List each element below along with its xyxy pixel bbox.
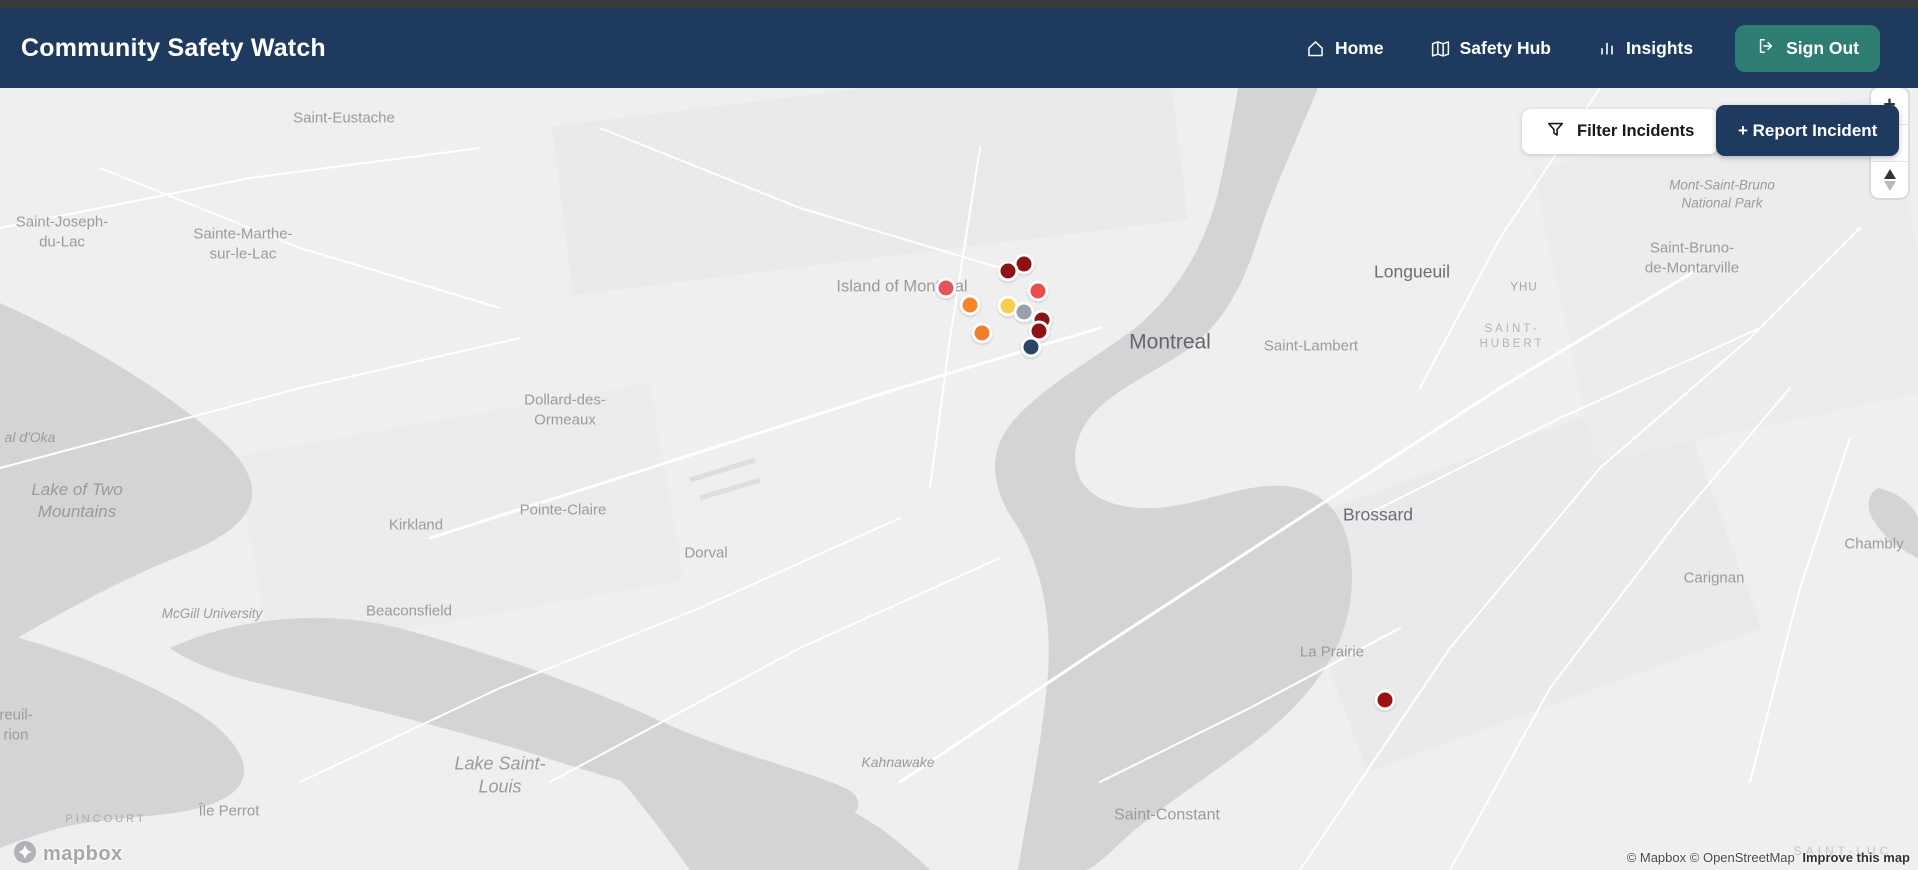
report-incident-button[interactable]: + Report Incident <box>1716 105 1900 156</box>
incident-marker[interactable] <box>971 322 993 344</box>
compass-button[interactable] <box>1871 162 1908 198</box>
community-safety-watch-app: Community Safety Watch Home Safety Hub I… <box>0 0 1918 870</box>
map-canvas[interactable]: Saint-Eustache Saint-Joseph- du-Lac Sainte… <box>0 88 1918 870</box>
incident-marker[interactable] <box>1027 280 1049 302</box>
nav-item-label: Insights <box>1626 37 1694 58</box>
map-icon <box>1430 38 1451 59</box>
map-base-layer <box>0 88 1918 870</box>
nav-item-insights[interactable]: Insights <box>1597 38 1693 59</box>
funnel-icon <box>1546 120 1565 144</box>
logout-icon <box>1756 36 1776 61</box>
sign-out-button[interactable]: Sign Out <box>1735 24 1880 72</box>
window-chrome-strip <box>0 0 1918 8</box>
incident-marker[interactable] <box>959 294 981 316</box>
filter-incidents-label: Filter Incidents <box>1577 122 1695 140</box>
nav-item-home[interactable]: Home <box>1305 38 1384 59</box>
incident-marker[interactable] <box>1374 689 1396 711</box>
report-incident-label: + Report Incident <box>1738 120 1878 140</box>
filter-incidents-button[interactable]: Filter Incidents <box>1522 109 1719 154</box>
nav-item-label: Home <box>1334 37 1384 58</box>
incident-marker[interactable] <box>935 277 957 299</box>
mapbox-wordmark: mapbox <box>43 843 123 865</box>
sign-out-label: Sign Out <box>1786 37 1859 58</box>
nav-item-label: Safety Hub <box>1459 37 1551 58</box>
mapbox-pin-icon <box>12 839 38 870</box>
incident-marker[interactable] <box>1020 336 1042 358</box>
incident-marker[interactable] <box>997 260 1019 282</box>
attribution-mapbox-link[interactable]: © Mapbox <box>1627 850 1686 865</box>
home-icon <box>1305 38 1326 59</box>
map-attribution: © Mapbox © OpenStreetMap Improve this ma… <box>1627 850 1910 865</box>
app-header: Community Safety Watch Home Safety Hub I… <box>0 8 1918 88</box>
improve-this-map-link[interactable]: Improve this map <box>1802 850 1910 865</box>
compass-icon <box>1883 169 1896 191</box>
mapbox-logo[interactable]: mapbox <box>12 839 123 870</box>
app-title: Community Safety Watch <box>21 33 326 62</box>
main-nav: Home Safety Hub Insights Sign Out <box>1305 24 1880 72</box>
bar-chart-icon <box>1597 38 1617 58</box>
nav-item-safety-hub[interactable]: Safety Hub <box>1430 38 1551 59</box>
attribution-osm-link[interactable]: © OpenStreetMap <box>1690 850 1795 865</box>
